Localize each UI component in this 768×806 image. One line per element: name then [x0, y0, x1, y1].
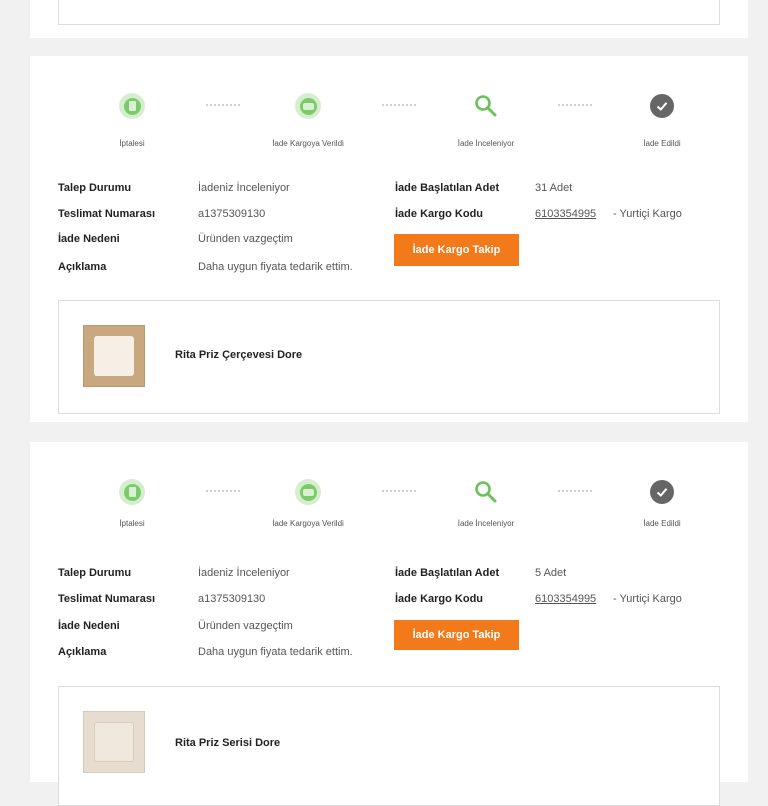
- step-label: İptalesi: [119, 139, 145, 148]
- cargo-code-label: İade Kargo Kodu: [395, 593, 484, 605]
- product-image: [83, 325, 145, 387]
- delivery-number-label: Teslimat Numarası: [58, 593, 156, 605]
- cargo-code-label: İade Kargo Kodu: [395, 208, 484, 220]
- step-label: İade Kargoya Verildi: [272, 139, 344, 148]
- track-return-cargo-button[interactable]: İade Kargo Takip: [394, 234, 519, 266]
- product-image: [83, 711, 145, 773]
- product-item[interactable]: Rita Priz Çerçevesi Dore: [58, 300, 720, 414]
- description-value: Daha uygun fiyata tedarik ettim.: [198, 646, 353, 658]
- step-connector: [558, 104, 592, 108]
- check-icon: [647, 477, 677, 507]
- step-connector: [382, 490, 416, 494]
- step-label: İptalesi: [119, 519, 145, 528]
- check-icon: [647, 91, 677, 121]
- return-card: İptalesi İade Kargoya Verildi İade İncel…: [30, 56, 748, 422]
- step-connector: [382, 104, 416, 108]
- magnifier-icon: [471, 91, 501, 121]
- product-name: Rita Priz Çerçevesi Dore: [175, 349, 303, 361]
- product-item[interactable]: Rita Priz Serisi Dore: [58, 686, 720, 806]
- cargo-code-link[interactable]: 6103354995: [535, 593, 596, 606]
- return-progress-steps: İptalesi İade Kargoya Verildi İade İncel…: [30, 442, 748, 552]
- step-label: İade İnceleniyor: [457, 519, 515, 528]
- product-name: Rita Priz Serisi Dore: [175, 737, 281, 749]
- return-quantity-value: 31 Adet: [535, 182, 573, 194]
- step-label: İade İnceleniyor: [457, 139, 515, 148]
- description-label: Açıklama: [58, 261, 107, 273]
- return-quantity-label: İade Başlatılan Adet: [395, 182, 500, 194]
- carrier-name: - Yurtiçi Kargo: [613, 593, 682, 605]
- track-return-cargo-button[interactable]: İade Kargo Takip: [394, 620, 519, 650]
- return-reason-label: İade Nedeni: [58, 620, 120, 632]
- return-quantity-label: İade Başlatılan Adet: [395, 567, 500, 579]
- delivery-number-value: a1375309130: [198, 208, 266, 220]
- previous-product-box: [58, 0, 720, 25]
- carrier-name: - Yurtiçi Kargo: [613, 208, 682, 220]
- status-label: Talep Durumu: [58, 182, 132, 194]
- description-label: Açıklama: [58, 646, 107, 658]
- magnifier-icon: [471, 477, 501, 507]
- return-reason-value: Üründen vazgeçtim: [198, 233, 293, 245]
- truck-icon: [293, 477, 323, 507]
- return-quantity-value: 5 Adet: [535, 567, 567, 579]
- status-value: İadeniz İnceleniyor: [198, 567, 290, 579]
- step-connector: [206, 104, 240, 108]
- return-reason-value: Üründen vazgeçtim: [198, 620, 293, 632]
- step-label: İade Kargoya Verildi: [272, 519, 344, 528]
- document-icon: [117, 91, 147, 121]
- step-label: İade Edildi: [643, 519, 681, 528]
- truck-icon: [293, 91, 323, 121]
- status-label: Talep Durumu: [58, 567, 132, 579]
- return-progress-steps: İptalesi İade Kargoya Verildi İade İncel…: [30, 56, 748, 166]
- cargo-code-link[interactable]: 6103354995: [535, 208, 596, 221]
- previous-return-card: [30, 0, 748, 38]
- step-label: İade Edildi: [643, 139, 681, 148]
- return-reason-label: İade Nedeni: [58, 233, 120, 245]
- description-value: Daha uygun fiyata tedarik ettim.: [198, 261, 353, 273]
- document-icon: [117, 477, 147, 507]
- step-connector: [558, 490, 592, 494]
- delivery-number-value: a1375309130: [198, 593, 266, 605]
- delivery-number-label: Teslimat Numarası: [58, 208, 156, 220]
- step-connector: [206, 490, 240, 494]
- return-card: İptalesi İade Kargoya Verildi İade İncel…: [30, 442, 748, 806]
- status-value: İadeniz İnceleniyor: [198, 182, 290, 194]
